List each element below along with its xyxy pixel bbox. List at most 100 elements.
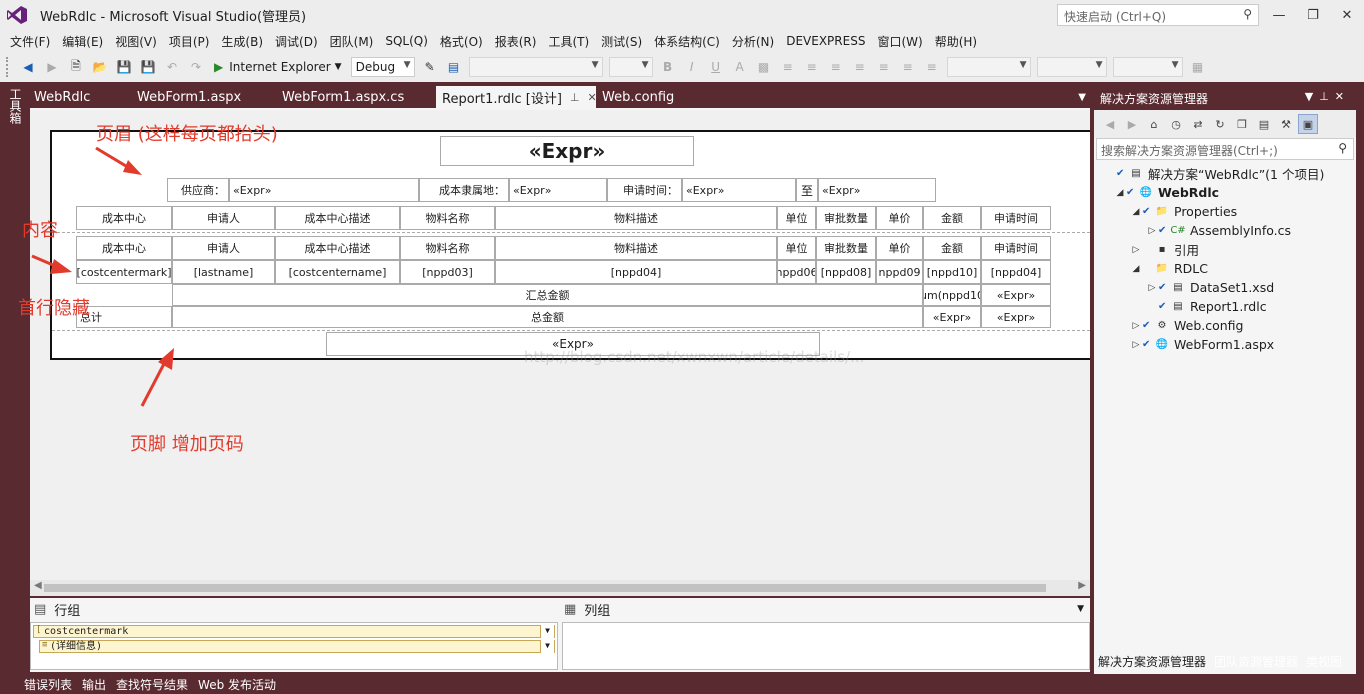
- menu-architecture[interactable]: 体系结构(C): [648, 33, 726, 50]
- tab-class-view[interactable]: 类视图: [1302, 650, 1346, 672]
- properties-icon[interactable]: ⚒: [1276, 114, 1296, 134]
- tree-item-5[interactable]: ◢ 📁 RDLC: [1130, 259, 1208, 278]
- font-family-select[interactable]: ▼: [468, 57, 603, 77]
- header-column-cell-0[interactable]: 成本中心: [76, 206, 172, 230]
- detail-cell-3[interactable]: [nppd03]: [400, 260, 495, 284]
- preview-icon[interactable]: ▣: [1298, 114, 1318, 134]
- chevron-down-icon[interactable]: ▼: [540, 625, 554, 638]
- tab-report1-rdlc[interactable]: Report1.rdlc [设计] ⊥ ✕: [436, 86, 597, 108]
- border-width-select[interactable]: ▼: [1036, 57, 1107, 77]
- header-column-cell-7[interactable]: 单价: [876, 206, 923, 230]
- quick-launch-input[interactable]: 快速启动 (Ctrl+Q) ⚲: [1057, 4, 1259, 26]
- body-column-cell-8[interactable]: 金额: [923, 236, 981, 260]
- menu-devexpress[interactable]: DEVEXPRESS: [780, 34, 871, 48]
- row-group-costcentermark[interactable]: [ costcentermark ▼: [33, 625, 555, 638]
- detail-cell-8[interactable]: [nppd10]: [923, 260, 981, 284]
- pin-icon[interactable]: ⊥: [1319, 90, 1335, 103]
- tree-item-8[interactable]: ▷ ✔ ⚙ Web.config: [1130, 316, 1244, 335]
- tab-webform1-aspx-cs[interactable]: WebForm1.aspx.cs: [276, 86, 436, 108]
- total-expr1-cell[interactable]: «Expr»: [923, 306, 981, 328]
- expand-toggle-icon[interactable]: ▷: [1130, 321, 1142, 331]
- border-style-select[interactable]: ▼: [946, 57, 1031, 77]
- align-top-icon[interactable]: ≡: [851, 58, 869, 76]
- row-group-details[interactable]: ≡ (详细信息) ▼: [39, 640, 555, 653]
- show-all-files-icon[interactable]: ▤: [1254, 114, 1274, 134]
- menu-build[interactable]: 生成(B): [215, 33, 269, 50]
- body-column-cell-4[interactable]: 物料描述: [495, 236, 777, 260]
- undo-icon[interactable]: ↶: [163, 58, 181, 76]
- home-icon[interactable]: ⌂: [1144, 114, 1164, 134]
- tab-webrdlc[interactable]: WebRdlc: [28, 86, 131, 108]
- menu-project[interactable]: 项目(P): [163, 33, 216, 50]
- find-symbol-results-tab[interactable]: 查找符号结果: [116, 676, 188, 693]
- collapse-all-icon[interactable]: ❐: [1232, 114, 1252, 134]
- navigate-back-icon[interactable]: ◀: [19, 58, 37, 76]
- restore-button[interactable]: ❐: [1296, 0, 1330, 30]
- align-bottom-icon[interactable]: ≡: [899, 58, 917, 76]
- start-debugging-button[interactable]: ▶ Internet Explorer ▼: [214, 60, 342, 74]
- tabs-dropdown-icon[interactable]: ▼: [1078, 92, 1086, 103]
- scroll-left-icon[interactable]: ◀: [34, 580, 42, 591]
- refresh-icon[interactable]: ↻: [1210, 114, 1230, 134]
- tab-solution-explorer[interactable]: 解决方案资源管理器: [1094, 650, 1211, 672]
- solution-search-input[interactable]: 搜索解决方案资源管理器(Ctrl+;) ⚲: [1096, 138, 1354, 160]
- forward-icon[interactable]: ▶: [1122, 114, 1142, 134]
- header-column-cell-6[interactable]: 审批数量: [816, 206, 876, 230]
- expand-toggle-icon[interactable]: ▷: [1146, 283, 1158, 293]
- tree-item-3[interactable]: ▷ ✔ C# AssemblyInfo.cs: [1146, 221, 1292, 240]
- body-column-cell-0[interactable]: 成本中心: [76, 236, 172, 260]
- expand-toggle-icon[interactable]: ▷: [1130, 340, 1142, 350]
- find-in-files-icon[interactable]: ✎: [421, 58, 439, 76]
- web-publish-activity-tab[interactable]: Web 发布活动: [198, 676, 276, 693]
- sync-icon[interactable]: ⇄: [1188, 114, 1208, 134]
- menu-report[interactable]: 报表(R): [489, 33, 543, 50]
- body-column-cell-1[interactable]: 申请人: [172, 236, 275, 260]
- close-icon[interactable]: ✕: [1335, 90, 1350, 103]
- chevron-down-icon[interactable]: ▼: [1077, 604, 1084, 614]
- menu-tools[interactable]: 工具(T): [542, 33, 595, 50]
- menu-window[interactable]: 窗口(W): [871, 33, 928, 50]
- menu-debug[interactable]: 调试(D): [269, 33, 324, 50]
- dropdown-icon[interactable]: ▼: [1305, 90, 1319, 103]
- toolbar-grip[interactable]: [6, 57, 10, 77]
- detail-cell-7[interactable]: nppd09: [876, 260, 923, 284]
- new-project-icon[interactable]: 🗎: [67, 58, 85, 76]
- expand-toggle-icon[interactable]: ▷: [1146, 226, 1158, 236]
- menu-analyze[interactable]: 分析(N): [726, 33, 780, 50]
- detail-cell-4[interactable]: [nppd04]: [495, 260, 777, 284]
- save-icon[interactable]: 💾: [115, 58, 133, 76]
- body-column-cell-7[interactable]: 单价: [876, 236, 923, 260]
- header-column-cell-1[interactable]: 申请人: [172, 206, 275, 230]
- horizontal-scrollbar[interactable]: ◀ ▶: [30, 580, 1090, 596]
- font-size-select[interactable]: ▼: [608, 57, 653, 77]
- menu-format[interactable]: 格式(O): [434, 33, 489, 50]
- detail-cell-0[interactable]: [costcentermark]: [76, 260, 172, 284]
- detail-cell-2[interactable]: [costcentername]: [275, 260, 400, 284]
- align-middle-icon[interactable]: ≡: [875, 58, 893, 76]
- scroll-thumb[interactable]: [44, 584, 1046, 592]
- cost-location-label[interactable]: 成本隶属地：: [419, 178, 509, 202]
- detail-cell-5[interactable]: nppd06: [777, 260, 816, 284]
- align-right-icon[interactable]: ≡: [827, 58, 845, 76]
- body-column-cell-2[interactable]: 成本中心描述: [275, 236, 400, 260]
- body-column-cell-6[interactable]: 审批数量: [816, 236, 876, 260]
- expand-toggle-icon[interactable]: ◢: [1130, 207, 1142, 217]
- toolbox-tab[interactable]: 工具箱: [7, 88, 24, 124]
- tree-item-7[interactable]: ✔ ▤ Report1.rdlc: [1146, 297, 1267, 316]
- menu-file[interactable]: 文件(F): [4, 33, 56, 50]
- background-color-icon[interactable]: ▩: [755, 58, 773, 76]
- supplier-value[interactable]: «Expr»: [229, 178, 419, 202]
- expand-toggle-icon[interactable]: ◢: [1130, 264, 1142, 274]
- tree-item-2[interactable]: ◢ ✔ 📁 Properties: [1130, 202, 1238, 221]
- subtotal-expr-cell[interactable]: «Expr»: [981, 284, 1051, 306]
- tree-item-0[interactable]: ✔ ▤ 解决方案“WebRdlc”(1 个项目): [1104, 164, 1324, 183]
- header-column-cell-5[interactable]: 单位: [777, 206, 816, 230]
- detail-cell-6[interactable]: [nppd08]: [816, 260, 876, 284]
- body-column-cell-3[interactable]: 物料名称: [400, 236, 495, 260]
- save-all-icon[interactable]: 💾: [139, 58, 157, 76]
- align-center-icon[interactable]: ≡: [803, 58, 821, 76]
- navigate-forward-icon[interactable]: ▶: [43, 58, 61, 76]
- chevron-down-icon[interactable]: ▼: [540, 640, 554, 653]
- subtotal-label-cell[interactable]: 汇总金额: [172, 284, 923, 306]
- header-column-cell-9[interactable]: 申请时间: [981, 206, 1051, 230]
